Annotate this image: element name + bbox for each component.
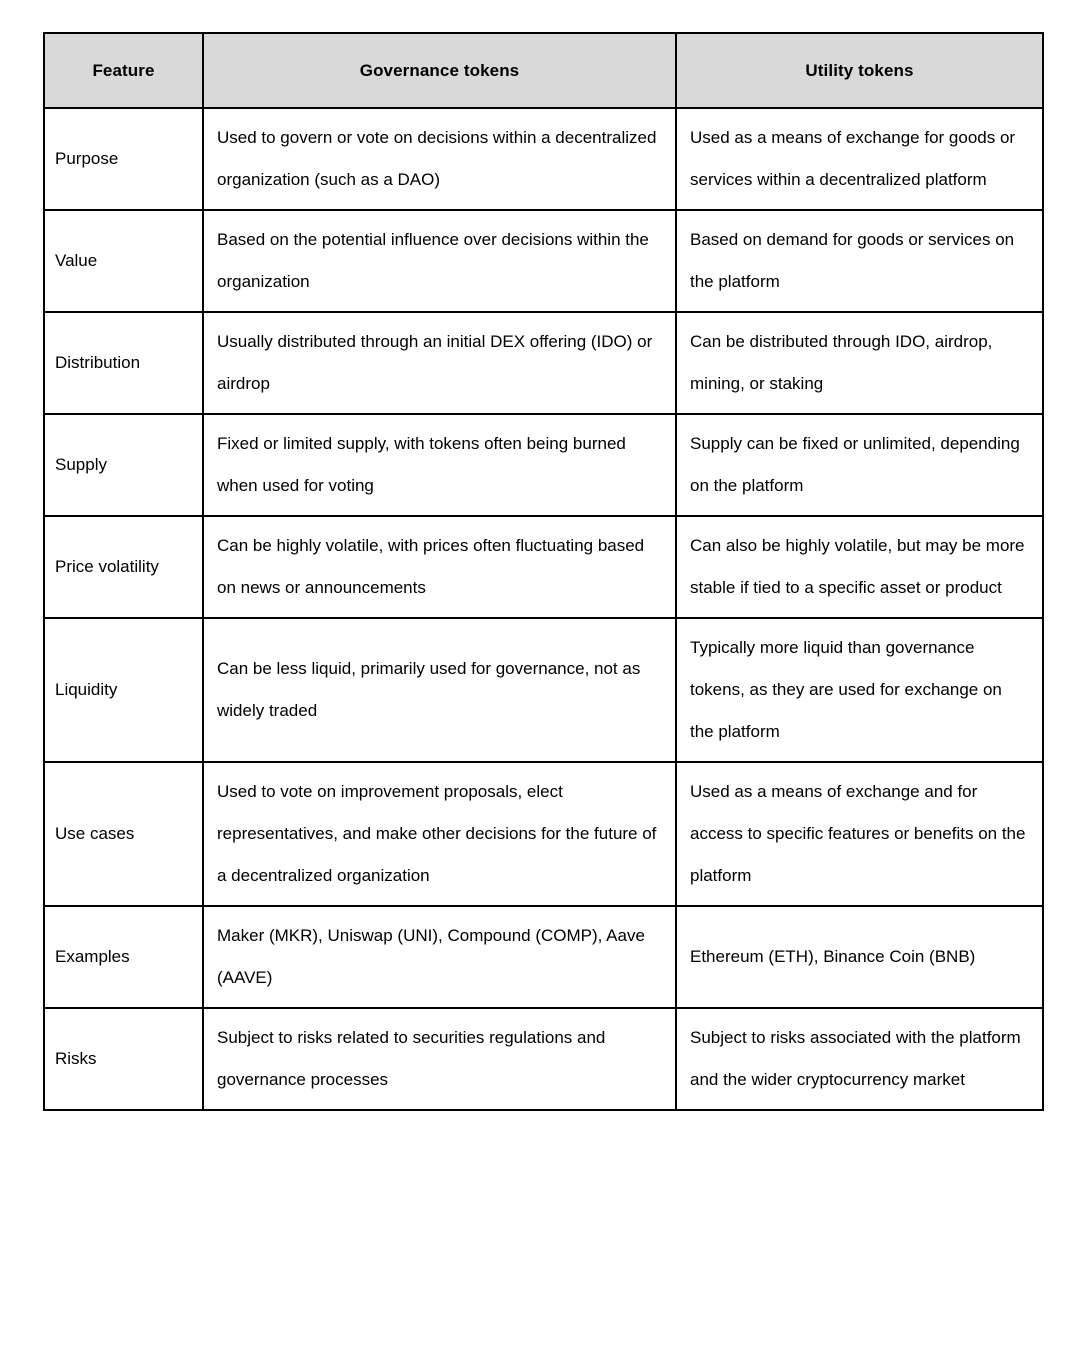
utility-value: Subject to risks associated with the pla… [675,1007,1044,1111]
utility-value: Can be distributed through IDO, airdrop,… [675,311,1044,415]
table-row: Price volatility Can be highly volatile,… [43,515,1044,619]
governance-value: Maker (MKR), Uniswap (UNI), Compound (CO… [202,905,677,1009]
utility-value: Ethereum (ETH), Binance Coin (BNB) [675,905,1044,1009]
feature-label: Use cases [43,761,204,907]
utility-value: Typically more liquid than governance to… [675,617,1044,763]
governance-value: Used to govern or vote on decisions with… [202,107,677,211]
feature-label: Liquidity [43,617,204,763]
governance-value: Can be highly volatile, with prices ofte… [202,515,677,619]
feature-label: Risks [43,1007,204,1111]
column-header-utility-tokens: Utility tokens [675,32,1044,109]
feature-label: Purpose [43,107,204,211]
feature-label: Distribution [43,311,204,415]
table-row: Use cases Used to vote on improvement pr… [43,761,1044,907]
column-header-governance-tokens: Governance tokens [202,32,677,109]
table-row: Purpose Used to govern or vote on decisi… [43,107,1044,211]
utility-value: Used as a means of exchange and for acce… [675,761,1044,907]
table-row: Liquidity Can be less liquid, primarily … [43,617,1044,763]
governance-value: Subject to risks related to securities r… [202,1007,677,1111]
table-header: Feature Governance tokens Utility tokens [43,32,1044,109]
feature-label: Price volatility [43,515,204,619]
table-row: Distribution Usually distributed through… [43,311,1044,415]
feature-label: Examples [43,905,204,1009]
governance-value: Can be less liquid, primarily used for g… [202,617,677,763]
utility-value: Used as a means of exchange for goods or… [675,107,1044,211]
utility-value: Based on demand for goods or services on… [675,209,1044,313]
feature-label: Supply [43,413,204,517]
table-row: Risks Subject to risks related to securi… [43,1007,1044,1111]
table-row: Examples Maker (MKR), Uniswap (UNI), Com… [43,905,1044,1009]
table-body: Purpose Used to govern or vote on decisi… [43,107,1044,1111]
feature-label: Value [43,209,204,313]
column-header-feature: Feature [43,32,204,109]
comparison-table-container: Feature Governance tokens Utility tokens… [43,32,1044,1111]
utility-value: Supply can be fixed or unlimited, depend… [675,413,1044,517]
token-comparison-table: Feature Governance tokens Utility tokens… [43,32,1044,1111]
table-row: Supply Fixed or limited supply, with tok… [43,413,1044,517]
page-root: Feature Governance tokens Utility tokens… [0,0,1088,1368]
governance-value: Based on the potential influence over de… [202,209,677,313]
utility-value: Can also be highly volatile, but may be … [675,515,1044,619]
governance-value: Fixed or limited supply, with tokens oft… [202,413,677,517]
table-row: Value Based on the potential influence o… [43,209,1044,313]
governance-value: Used to vote on improvement proposals, e… [202,761,677,907]
governance-value: Usually distributed through an initial D… [202,311,677,415]
header-row: Feature Governance tokens Utility tokens [43,32,1044,109]
